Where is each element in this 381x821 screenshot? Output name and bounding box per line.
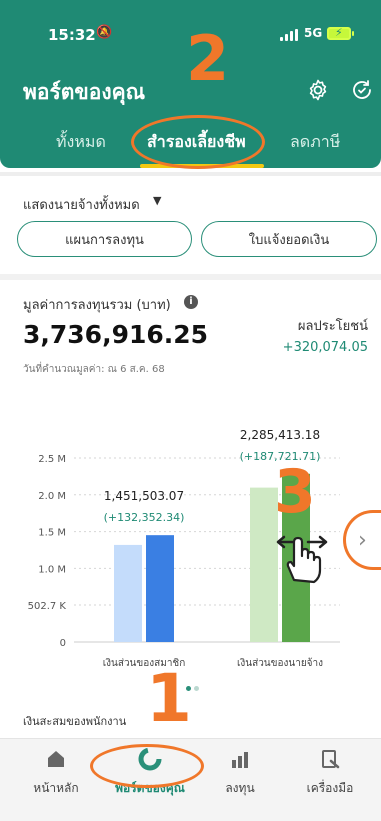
annotation-step-3: 3 <box>274 457 316 527</box>
annotation-oval-nav <box>90 744 204 788</box>
info-icon[interactable]: i <box>184 295 198 309</box>
nav-invest[interactable]: ลงทุน <box>200 747 280 798</box>
nav-invest-label: ลงทุน <box>225 781 255 795</box>
divider <box>0 274 381 280</box>
x-category-label: เงินส่วนของนายจ้าง <box>237 657 323 669</box>
bar <box>114 544 142 642</box>
y-tick-label: 502.7 K <box>28 601 67 612</box>
statement-button[interactable]: ใบแจ้งยอดเงิน <box>201 221 377 257</box>
invest-icon <box>232 752 248 768</box>
nav-home[interactable]: หน้าหลัก <box>16 747 96 798</box>
total-investment-label: มูลค่าการลงทุนรวม (บาท) <box>23 298 171 313</box>
y-tick-label: 2.5 M <box>38 454 66 465</box>
network-type: 5G <box>304 26 323 40</box>
bar <box>146 535 174 642</box>
mute-bell-icon: 🔕 <box>96 25 113 40</box>
nav-tools-label: เครื่องมือ <box>306 781 354 795</box>
bar-gain-label: (+132,352.34) <box>104 511 185 524</box>
history-icon[interactable] <box>350 78 374 102</box>
y-tick-label: 2.0 M <box>38 491 66 502</box>
investment-plan-button[interactable]: แผนการลงทุน <box>17 221 192 257</box>
home-icon <box>48 751 64 767</box>
tab-tax-saving[interactable]: ลดภาษี <box>290 130 340 155</box>
caret-down-icon[interactable]: ▼ <box>153 194 161 207</box>
y-tick-label: 1.5 M <box>38 528 66 539</box>
accumulated-label: เงินสะสมของพนักงาน <box>23 715 127 728</box>
nav-tools[interactable]: เครื่องมือ <box>290 747 370 798</box>
tab-all[interactable]: ทั้งหมด <box>56 130 106 155</box>
annotation-oval-tab <box>131 115 265 169</box>
profit-label: ผลประโยชน์ <box>297 319 368 334</box>
settings-gear-icon[interactable] <box>306 78 330 102</box>
page-title: พอร์ตของคุณ <box>23 80 146 104</box>
divider <box>0 172 381 176</box>
battery-icon: ⚡ <box>327 26 354 40</box>
employer-filter[interactable]: แสดงนายจ้างทั้งหมด <box>23 194 140 215</box>
bar-total-label: 1,451,503.07 <box>104 489 184 503</box>
swipe-gesture-icon <box>276 535 328 584</box>
nav-home-label: หน้าหลัก <box>33 781 79 795</box>
calculation-date: วันที่คำนวณมูลค่า: ณ 6 ส.ค. 68 <box>23 364 165 375</box>
status-time: 15:32 <box>48 26 96 44</box>
y-tick-label: 1.0 M <box>38 564 66 575</box>
y-tick-label: 0 <box>60 638 66 649</box>
profit-value: +320,074.05 <box>282 340 368 355</box>
bar-total-label: 2,285,413.18 <box>240 428 320 442</box>
signal-icon <box>280 29 300 41</box>
annotation-step-2: 2 <box>186 22 230 95</box>
annotation-step-1: 1 <box>146 660 192 737</box>
tools-icon <box>322 750 340 769</box>
total-value: 3,736,916.25 <box>23 320 209 349</box>
carousel-dot <box>194 686 199 691</box>
